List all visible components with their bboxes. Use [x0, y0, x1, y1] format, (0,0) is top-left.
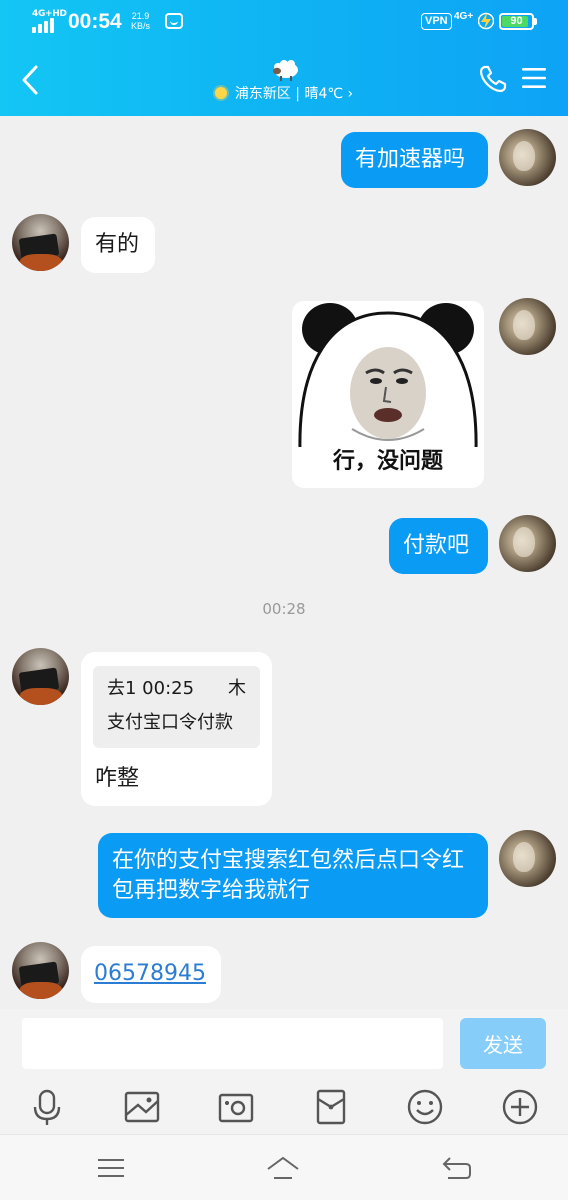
sheep-icon: [273, 60, 298, 81]
microphone-icon[interactable]: [27, 1087, 67, 1127]
emoji-icon[interactable]: [405, 1087, 445, 1127]
phone-icon[interactable]: [478, 64, 508, 94]
chat-messages[interactable]: 有加速器吗 有的 行，没问题 付款吧 00:28 去1 00:25 ⽊ 支付宝口…: [0, 116, 568, 1009]
message-text: 在你的支付宝搜索红包然后点口令红包再把数字给我就行: [112, 848, 465, 903]
menu-icon[interactable]: [521, 66, 547, 90]
back-arrow-icon[interactable]: [14, 62, 46, 98]
chat-toolbar: [0, 1079, 568, 1134]
speed-unit: KB/s: [131, 21, 151, 31]
status-time: 00:54: [68, 10, 122, 33]
sun-icon: [214, 87, 227, 99]
home-icon[interactable]: [266, 1153, 300, 1183]
message-text: 付款吧: [403, 533, 470, 558]
battery-icon: 90: [499, 13, 537, 30]
message-link[interactable]: 06578945: [94, 961, 206, 986]
status-bar: 4G+HD 00:54 21.9 KB/s VPN 4G+ 90: [0, 0, 568, 44]
network-speed: 21.9 KB/s: [131, 11, 150, 31]
quoted-message[interactable]: 去1 00:25 ⽊ 支付宝口令付款: [93, 666, 260, 748]
message-text: 有的: [95, 232, 140, 257]
quote-header: 去1 00:25: [107, 678, 195, 699]
message-text: 有加速器吗: [355, 147, 466, 172]
chat-header: 4G+HD 00:54 21.9 KB/s VPN 4G+ 90 浦东新区 | …: [0, 0, 568, 116]
battery-level: 90: [510, 15, 523, 27]
contact-avatar[interactable]: [12, 214, 69, 271]
message-bubble[interactable]: 有的: [81, 217, 155, 273]
camera-icon[interactable]: [216, 1087, 256, 1127]
my-avatar[interactable]: [499, 515, 556, 572]
vpn-badge: VPN: [421, 13, 452, 30]
quote-pin-icon: ⽊: [228, 678, 246, 699]
signal-icon: 4G+HD: [30, 9, 67, 33]
chat-title-area[interactable]: 浦东新区 | 晴4℃ ›: [184, 56, 384, 110]
quote-text: 支付宝口令付款: [107, 712, 233, 733]
plus-icon[interactable]: [500, 1087, 540, 1127]
notification-app-icon: [165, 13, 183, 29]
weather-location[interactable]: 浦东新区 | 晴4℃ ›: [184, 84, 384, 104]
my-avatar[interactable]: [499, 129, 556, 186]
mobile-network-indicator: 4G+: [454, 11, 474, 22]
message-bubble[interactable]: 在你的支付宝搜索红包然后点口令红包再把数字给我就行: [98, 833, 488, 918]
system-navigation-bar: [0, 1134, 568, 1200]
message-bubble[interactable]: 有加速器吗: [341, 132, 488, 188]
speed-value: 21.9: [131, 11, 150, 21]
sticker-image[interactable]: 行，没问题: [292, 301, 484, 488]
back-icon[interactable]: [440, 1153, 474, 1183]
message-bubble[interactable]: 付款吧: [389, 518, 488, 574]
menu-icon[interactable]: [94, 1153, 128, 1183]
weather-text: 浦东新区 | 晴4℃ ›: [234, 86, 354, 102]
message-input-bar: 发送: [0, 1009, 568, 1079]
message-input[interactable]: [22, 1018, 443, 1069]
my-avatar[interactable]: [499, 830, 556, 887]
red-packet-icon[interactable]: [311, 1087, 351, 1127]
send-button[interactable]: 发送: [460, 1018, 546, 1069]
contact-avatar[interactable]: [12, 942, 69, 999]
image-icon[interactable]: [122, 1087, 162, 1127]
contact-avatar[interactable]: [12, 648, 69, 705]
reply-message-bubble[interactable]: 去1 00:25 ⽊ 支付宝口令付款 咋整: [81, 652, 272, 806]
message-timestamp: 00:28: [262, 600, 306, 618]
nav-bar: 浦东新区 | 晴4℃ ›: [0, 44, 568, 116]
my-avatar[interactable]: [499, 298, 556, 355]
sticker-caption: 行，没问题: [332, 448, 443, 474]
message-bubble[interactable]: 06578945: [81, 946, 221, 1003]
message-text: 咋整: [95, 766, 140, 791]
lightning-icon: [478, 12, 494, 30]
